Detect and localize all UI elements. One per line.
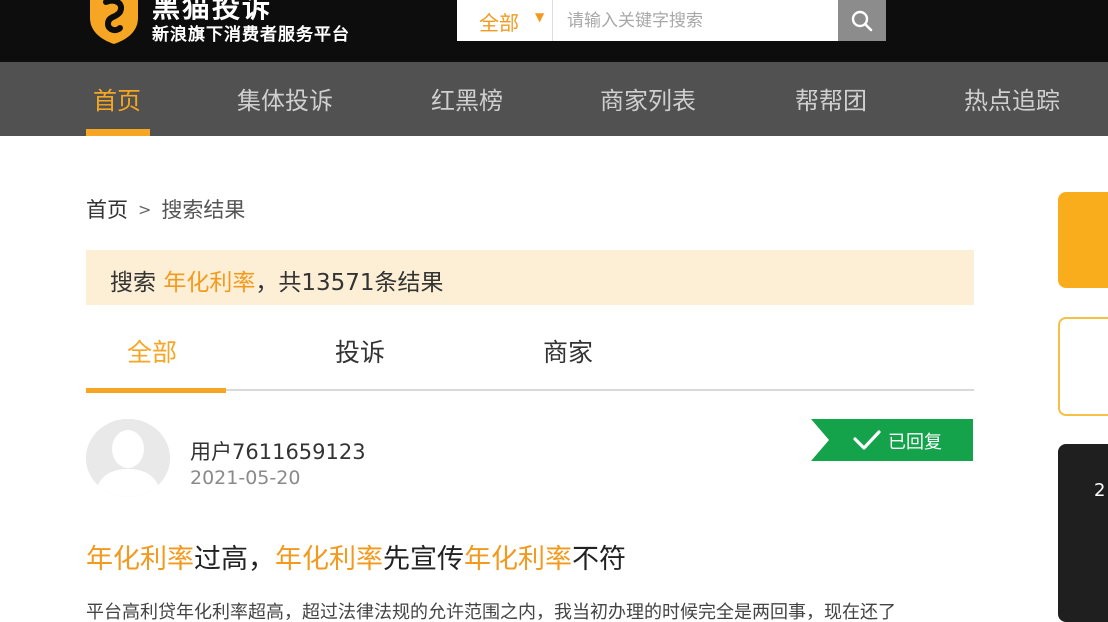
caret-down-icon: ▼ xyxy=(535,10,545,24)
search-button[interactable] xyxy=(838,0,886,41)
post-username[interactable]: 用户7611659123 xyxy=(190,436,366,466)
search-result-summary: 搜索 年化利率，共13571条结果 xyxy=(110,263,443,297)
breadcrumb-home-link[interactable]: 首页 xyxy=(86,198,128,222)
title-text: 不符 xyxy=(572,544,626,575)
title-text: 先宣传 xyxy=(383,544,464,575)
title-keyword: 年化利率 xyxy=(464,544,572,575)
side-float-button-primary[interactable] xyxy=(1058,192,1108,288)
search-scope-label: 全部 xyxy=(479,11,519,35)
tab-complaints[interactable]: 投诉 xyxy=(335,333,385,369)
top-header: 黑猫投诉 新浪旗下消费者服务平台 全部 ▼ xyxy=(0,0,1108,62)
nav-item-hot-topics[interactable]: 热点追踪 xyxy=(964,81,1060,116)
result-count-text: ，共13571条结果 xyxy=(255,270,444,296)
nav-active-indicator xyxy=(86,129,150,136)
nav-item-merchant-list[interactable]: 商家列表 xyxy=(600,81,696,116)
main-nav: 首页 集体投诉 红黑榜 商家列表 帮帮团 热点追踪 xyxy=(0,62,1108,136)
title-keyword: 年化利率 xyxy=(86,544,194,575)
post-date: 2021-05-20 xyxy=(190,467,301,489)
search-input[interactable] xyxy=(553,0,838,41)
search-icon xyxy=(851,10,873,31)
breadcrumb-separator: > xyxy=(138,200,152,219)
black-cat-logo-icon[interactable] xyxy=(86,0,142,44)
tab-merchants[interactable]: 商家 xyxy=(543,333,593,369)
breadcrumb-current: 搜索结果 xyxy=(161,198,246,222)
nav-item-collective-complaints[interactable]: 集体投诉 xyxy=(237,81,333,116)
nav-item-red-black-list[interactable]: 红黑榜 xyxy=(431,81,503,116)
tab-active-indicator xyxy=(86,388,226,393)
title-text: 过高， xyxy=(194,544,275,575)
search-scope-dropdown[interactable]: 全部 ▼ xyxy=(457,0,553,41)
side-float-panel[interactable] xyxy=(1058,444,1108,622)
tab-all[interactable]: 全部 xyxy=(127,333,177,369)
status-badge-label: 已回复 xyxy=(888,432,942,453)
search-result-banner: 搜索 年化利率，共13571条结果 xyxy=(86,250,974,305)
title-keyword: 年化利率 xyxy=(275,544,383,575)
result-prefix: 搜索 xyxy=(110,270,164,296)
nav-item-help-group[interactable]: 帮帮团 xyxy=(795,81,867,116)
post-title[interactable]: 年化利率过高，年化利率先宣传年化利率不符 xyxy=(86,537,626,576)
post-excerpt: 平台高利贷年化利率超高，超过法律法规的允许范围之内，我当初办理的时候完全是两回事… xyxy=(86,602,896,622)
side-float-panel-label: 2 xyxy=(1094,480,1106,501)
logo-subtitle: 新浪旗下消费者服务平台 xyxy=(152,25,350,45)
breadcrumb: 首页 > 搜索结果 xyxy=(86,194,245,224)
nav-item-home[interactable]: 首页 xyxy=(93,81,141,116)
side-float-button-secondary[interactable] xyxy=(1058,317,1108,416)
result-keyword: 年化利率 xyxy=(163,270,256,296)
avatar[interactable] xyxy=(86,419,170,497)
user-silhouette-icon xyxy=(86,419,170,497)
